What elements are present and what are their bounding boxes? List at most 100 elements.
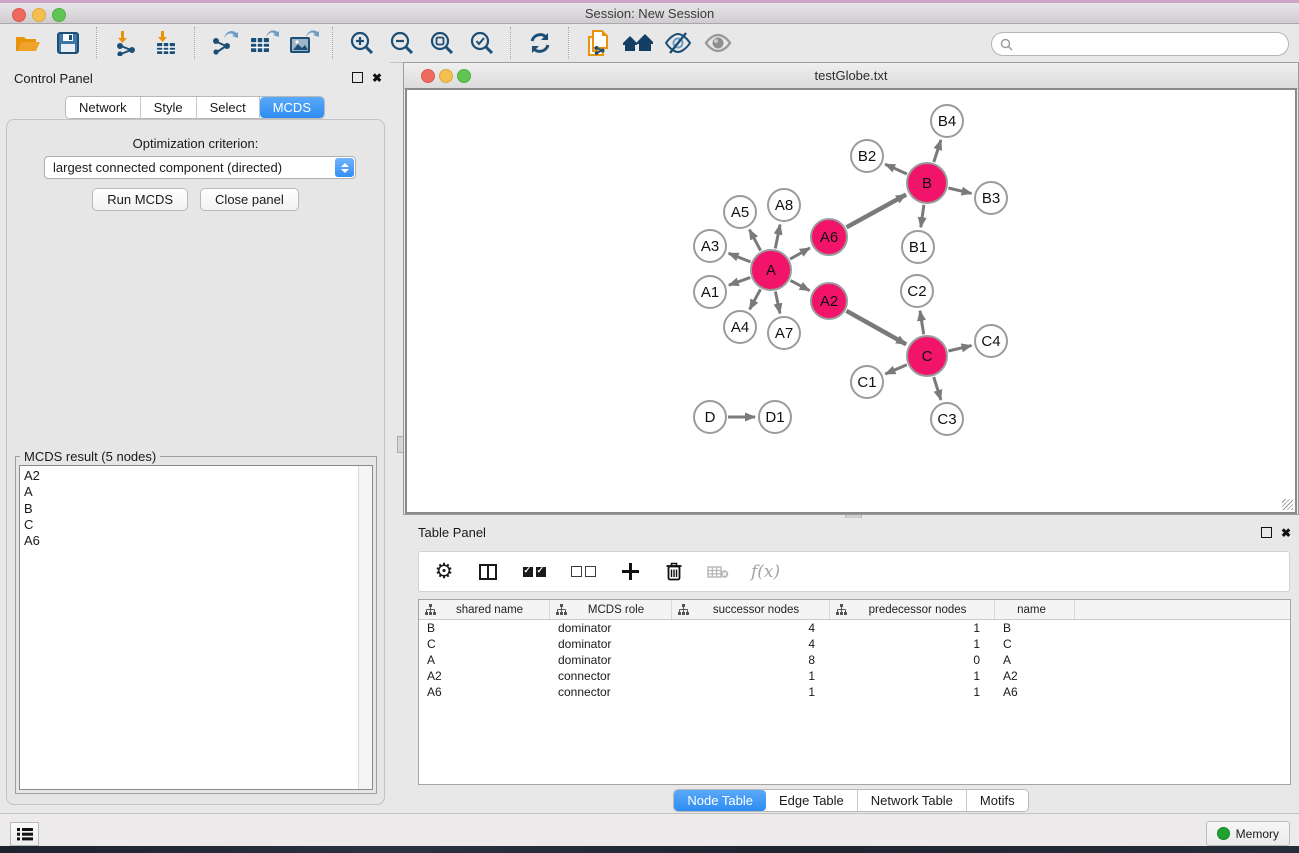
table-cell[interactable]: dominator	[550, 653, 672, 667]
column-header-name[interactable]: name	[995, 600, 1075, 619]
export-image-button[interactable]	[287, 27, 321, 59]
node-table[interactable]: shared nameMCDS rolesuccessor nodesprede…	[418, 599, 1291, 785]
graph-node-C2[interactable]: C2	[900, 274, 934, 308]
graph-node-A3[interactable]: A3	[693, 229, 727, 263]
memory-button[interactable]: Memory	[1206, 821, 1290, 846]
deselect-all-button[interactable]	[569, 560, 597, 584]
birds-eye-view-button[interactable]	[701, 27, 735, 59]
table-cell[interactable]: A2	[995, 669, 1075, 683]
table-row[interactable]: A6connector11A6	[419, 684, 1290, 700]
graph-node-A7[interactable]: A7	[767, 316, 801, 350]
tab-network[interactable]: Network	[66, 97, 141, 118]
column-header-predecessor-nodes[interactable]: predecessor nodes	[830, 600, 995, 619]
table-cell[interactable]: 8	[672, 653, 830, 667]
run-mcds-button[interactable]: Run MCDS	[92, 188, 188, 211]
table-cell[interactable]: B	[419, 621, 550, 635]
table-row[interactable]: Bdominator41B	[419, 620, 1290, 636]
graph-node-C4[interactable]: C4	[974, 324, 1008, 358]
table-cell[interactable]: 4	[672, 637, 830, 651]
graph-node-A8[interactable]: A8	[767, 188, 801, 222]
table-cell[interactable]: connector	[550, 669, 672, 683]
tab-network-table[interactable]: Network Table	[858, 790, 967, 811]
show-columns-button[interactable]	[477, 560, 499, 584]
zoom-out-button[interactable]	[385, 27, 419, 59]
graph-node-A1[interactable]: A1	[693, 275, 727, 309]
criterion-dropdown[interactable]: largest connected component (directed)	[44, 156, 356, 179]
function-builder-button[interactable]: f(x)	[751, 560, 780, 584]
table-cell[interactable]: 1	[830, 669, 995, 683]
table-cell[interactable]: 1	[830, 685, 995, 699]
zoom-fit-button[interactable]	[425, 27, 459, 59]
open-session-button[interactable]	[11, 27, 45, 59]
table-cell[interactable]: A6	[419, 685, 550, 699]
table-cell[interactable]: C	[995, 637, 1075, 651]
close-panel-icon[interactable]: ✖	[372, 73, 382, 83]
export-network-button[interactable]	[207, 27, 241, 59]
float-table-panel-icon[interactable]	[1261, 527, 1272, 538]
zoom-in-button[interactable]	[345, 27, 379, 59]
graph-node-A4[interactable]: A4	[723, 310, 757, 344]
graph-node-A2[interactable]: A2	[810, 282, 848, 320]
table-cell[interactable]: A6	[995, 685, 1075, 699]
search-field[interactable]	[991, 32, 1289, 56]
graph-node-B[interactable]: B	[906, 162, 948, 204]
tab-mcds[interactable]: MCDS	[260, 97, 324, 118]
column-header-shared-name[interactable]: shared name	[419, 600, 550, 619]
graph-node-D1[interactable]: D1	[758, 400, 792, 434]
export-table-button[interactable]	[247, 27, 281, 59]
graph-node-A[interactable]: A	[750, 249, 792, 291]
zoom-selected-button[interactable]	[465, 27, 499, 59]
graph-node-D[interactable]: D	[693, 400, 727, 434]
table-cell[interactable]: 0	[830, 653, 995, 667]
graph-node-A5[interactable]: A5	[723, 195, 757, 229]
table-settings-button[interactable]: ⚙	[433, 560, 455, 584]
table-cell[interactable]: 1	[830, 621, 995, 635]
tab-select[interactable]: Select	[197, 97, 260, 118]
close-panel-button[interactable]: Close panel	[200, 188, 299, 211]
table-cell[interactable]: A2	[419, 669, 550, 683]
delete-column-button[interactable]	[663, 560, 685, 584]
task-history-button[interactable]	[10, 822, 39, 846]
graph-node-B2[interactable]: B2	[850, 139, 884, 173]
table-cell[interactable]: dominator	[550, 637, 672, 651]
select-all-button[interactable]	[521, 560, 547, 584]
mcds-result-item[interactable]: A	[24, 484, 356, 500]
window-resize-grip[interactable]	[1282, 499, 1293, 510]
graph-node-C[interactable]: C	[906, 335, 948, 377]
graph-node-B3[interactable]: B3	[974, 181, 1008, 215]
table-cell[interactable]: dominator	[550, 621, 672, 635]
import-table-button[interactable]	[149, 27, 183, 59]
column-header-successor-nodes[interactable]: successor nodes	[672, 600, 830, 619]
table-cell[interactable]: 1	[672, 669, 830, 683]
table-cell[interactable]: C	[419, 637, 550, 651]
refresh-button[interactable]	[523, 27, 557, 59]
tab-motifs[interactable]: Motifs	[967, 790, 1028, 811]
mcds-result-item[interactable]: A6	[24, 533, 356, 549]
mcds-result-item[interactable]: C	[24, 517, 356, 533]
graph-node-C3[interactable]: C3	[930, 402, 964, 436]
tab-node-table[interactable]: Node Table	[674, 790, 766, 811]
table-row[interactable]: Cdominator41C	[419, 636, 1290, 652]
graph-node-A6[interactable]: A6	[810, 218, 848, 256]
mcds-result-item[interactable]: B	[24, 501, 356, 517]
tab-edge-table[interactable]: Edge Table	[766, 790, 858, 811]
graph-node-B4[interactable]: B4	[930, 104, 964, 138]
column-header-mcds-role[interactable]: MCDS role	[550, 600, 672, 619]
table-cell[interactable]: 4	[672, 621, 830, 635]
graph-node-B1[interactable]: B1	[901, 230, 935, 264]
network-canvas[interactable]: B4B2BB3A8A5A6A3B1AC2A1A2A4A7C4CC1C3DD1	[405, 88, 1297, 514]
search-input[interactable]	[1017, 36, 1288, 52]
import-network-button[interactable]	[109, 27, 143, 59]
save-session-button[interactable]	[51, 27, 85, 59]
clone-network-button[interactable]	[581, 27, 615, 59]
tab-style[interactable]: Style	[141, 97, 197, 118]
table-cell[interactable]: B	[995, 621, 1075, 635]
table-cell[interactable]: 1	[672, 685, 830, 699]
table-cell[interactable]: 1	[830, 637, 995, 651]
create-column-button[interactable]	[619, 560, 641, 584]
home-button[interactable]	[621, 27, 655, 59]
list-scrollbar[interactable]	[358, 466, 372, 789]
table-cell[interactable]: A	[995, 653, 1075, 667]
table-cell[interactable]: connector	[550, 685, 672, 699]
table-row[interactable]: Adominator80A	[419, 652, 1290, 668]
